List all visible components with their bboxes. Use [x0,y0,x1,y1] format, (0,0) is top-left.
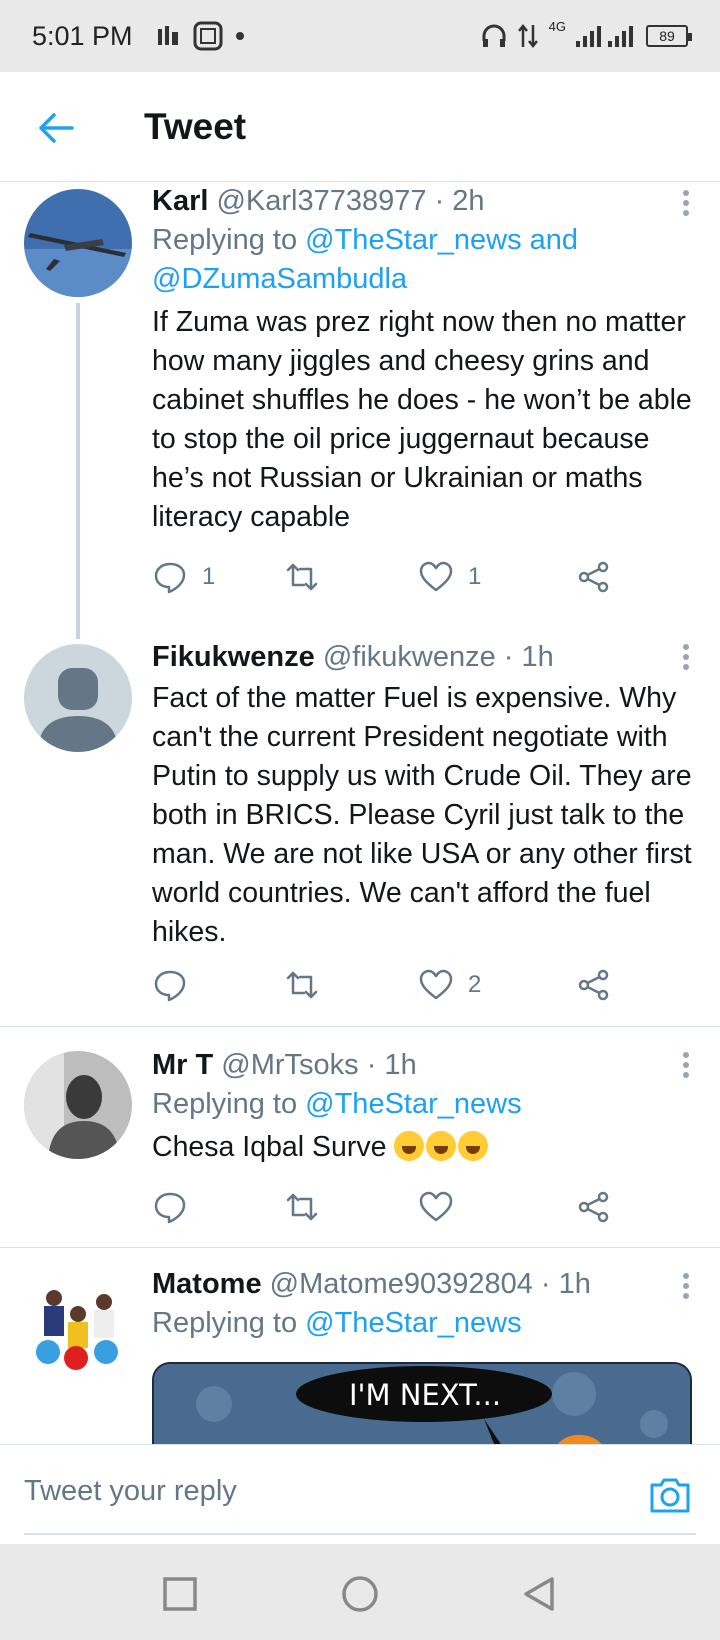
thread-line [76,303,80,639]
page-title: Tweet [144,106,247,147]
tears-of-joy-emoji-icon [426,1131,457,1161]
tweet-item[interactable]: Fikukwenze @fikukwenze · 1h Fact of the … [0,633,720,1025]
author-name[interactable]: Karl [152,185,208,217]
share-button[interactable] [576,967,612,1003]
tweet-item[interactable]: Matome @Matome90392804 · 1h Replying to … [0,1248,720,1444]
reply-count: 1 [202,563,216,590]
author-name[interactable]: Fikukwenze [152,641,315,673]
reply-icon [154,562,186,594]
reply-input-placeholder[interactable]: Tweet your reply [24,1475,237,1508]
home-circle-icon[interactable] [340,1574,380,1614]
tweet-actions [152,1189,612,1229]
like-count: 2 [468,971,482,998]
tweet-text: Chesa Iqbal Surve [152,1131,387,1163]
status-time: 5:01 PM [32,20,133,51]
author-handle-time: @Matome90392804 · 1h [269,1268,591,1300]
more-options-icon[interactable] [682,643,690,671]
more-options-icon[interactable] [682,1272,690,1300]
replying-to: Replying to @TheStar_news [152,1088,522,1120]
profile-photo-image [24,1272,132,1380]
like-count: 1 [468,563,482,590]
author-name[interactable]: Matome [152,1268,262,1300]
heart-icon [419,969,453,1000]
sim-icon [157,26,178,45]
heart-icon [419,561,453,592]
tears-of-joy-emoji-icon [394,1131,425,1161]
system-nav-bar [0,1544,720,1640]
share-button[interactable] [576,559,612,595]
mention-link[interactable]: @TheStar_news [305,1088,521,1120]
author-handle-time: @MrTsoks · 1h [221,1049,417,1081]
gallery-icon [193,21,223,51]
signal-icon [576,26,633,47]
share-icon [578,969,609,1001]
tweet-media-image[interactable]: I'M NEXT... [152,1362,692,1444]
retweet-button[interactable] [284,1189,334,1225]
battery-level: 89 [659,28,675,44]
back-triangle-icon[interactable] [520,1574,560,1614]
heart-icon [419,1191,453,1222]
author-handle-time: @Karl37738977 · 2h [216,185,485,217]
default-avatar-image [24,644,132,752]
reply-button[interactable] [152,967,202,1003]
like-button[interactable] [418,1189,468,1225]
recents-square-icon[interactable] [160,1574,200,1614]
more-options-icon[interactable] [682,1051,690,1079]
avatar[interactable] [24,1051,132,1159]
top-app-bar: Tweet [0,72,720,182]
retweet-icon [286,563,318,591]
replying-to: Replying to @TheStar_news and @DZumaSamb… [152,224,579,295]
author-handle-time: @fikukwenze · 1h [322,641,554,673]
data-transfer-icon [517,23,538,49]
more-options-icon[interactable] [682,189,690,217]
reply-button[interactable]: 1 [152,559,215,595]
tweet-item[interactable]: Mr T @MrTsoks · 1h Replying to @TheStar_… [0,1027,720,1247]
retweet-icon [286,1193,318,1221]
network-type: 4G [548,18,566,34]
tweet-text: If Zuma was prez right now then no matte… [152,306,692,533]
media-caption: I'M NEXT... [349,1378,502,1412]
rolling-laughing-emoji-icon [458,1131,489,1161]
tweet-actions: 1 1 [152,559,612,599]
camera-icon[interactable] [648,1475,692,1515]
retweet-button[interactable] [284,967,334,1003]
replying-to: Replying to @TheStar_news [152,1307,522,1339]
status-bar: 5:01 PM 4G 89 [0,0,720,72]
share-button[interactable] [576,1189,612,1225]
share-icon [578,1191,609,1223]
like-button[interactable]: 1 [418,559,481,595]
author-name[interactable]: Mr T [152,1049,213,1081]
profile-photo-image [24,1051,132,1159]
reply-button[interactable] [152,1189,202,1225]
share-icon [578,561,609,593]
dot-icon [235,32,244,40]
drone-avatar-image [24,189,132,297]
avatar[interactable] [24,189,132,297]
retweet-icon [286,971,318,999]
tweet-actions: 2 [152,967,612,1007]
reply-icon [154,1192,186,1224]
back-arrow-icon[interactable] [36,108,76,148]
reply-composer[interactable]: Tweet your reply [0,1444,720,1544]
avatar[interactable] [24,644,132,752]
tweet-item[interactable]: Karl @Karl37738977 · 2h Replying to @The… [0,183,720,639]
headphones-icon [482,24,506,47]
mention-link[interactable]: @TheStar_news [305,1307,521,1339]
battery-icon: 89 [646,25,692,47]
reply-icon [154,970,186,1002]
reply-input-underline [24,1533,696,1535]
tweet-text: Fact of the matter Fuel is expensive. Wh… [152,682,692,948]
avatar[interactable] [24,1272,132,1380]
like-button[interactable]: 2 [418,967,481,1003]
retweet-button[interactable] [284,559,334,595]
